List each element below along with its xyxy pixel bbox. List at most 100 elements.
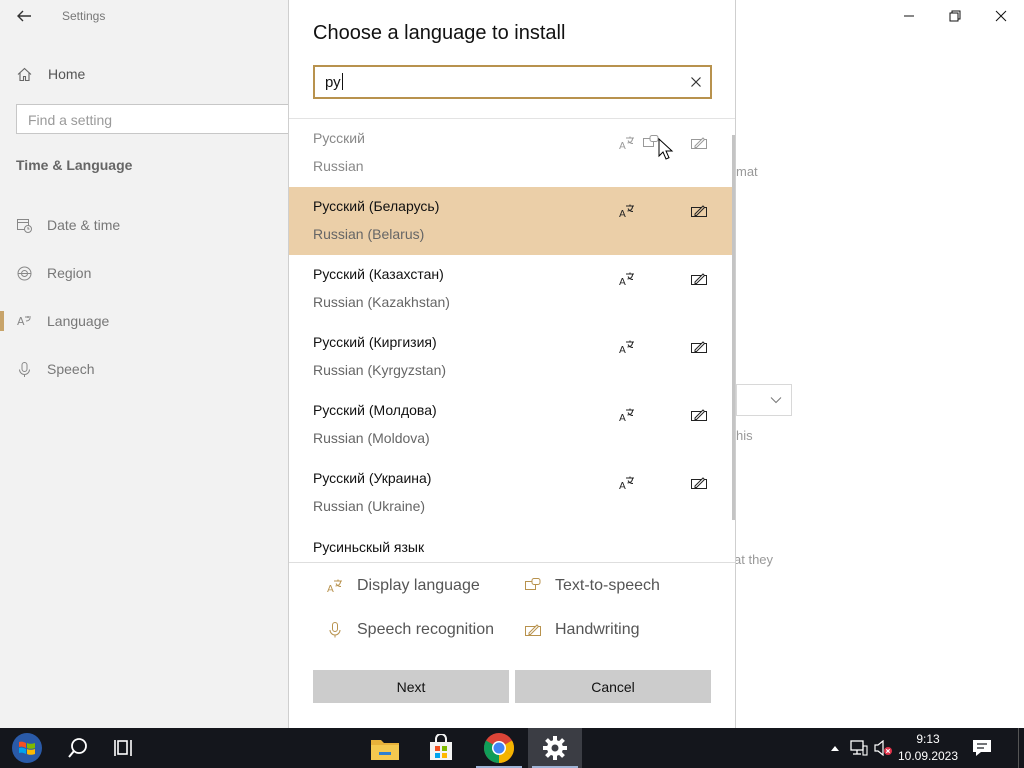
handwriting-icon xyxy=(689,201,709,221)
language-native-name: Русский xyxy=(313,130,365,146)
microphone-icon xyxy=(325,620,345,640)
language-list-item[interactable]: Русский (Украина) Russian (Ukraine) A xyxy=(289,459,735,527)
nav-item-label: Speech xyxy=(47,361,95,377)
nav-home-label: Home xyxy=(48,66,86,82)
globe-icon xyxy=(16,265,33,282)
svg-text:A: A xyxy=(619,277,626,288)
svg-text:A: A xyxy=(17,315,25,328)
language-icon: A xyxy=(16,313,33,330)
task-view-button[interactable] xyxy=(104,728,148,768)
language-list-item[interactable]: Русский (Молдова) Russian (Moldova) A xyxy=(289,391,735,459)
find-setting-input[interactable]: Find a setting xyxy=(16,104,292,134)
chrome-icon xyxy=(483,733,515,763)
handwriting-icon xyxy=(689,133,709,153)
nav-item-label: Region xyxy=(47,265,92,281)
handwriting-icon xyxy=(523,620,543,640)
nav-home[interactable]: Home xyxy=(16,63,85,85)
nav-item-label: Language xyxy=(47,313,110,329)
svg-text:A: A xyxy=(619,413,626,424)
language-list-item[interactable]: Русиньскый язык xyxy=(289,527,735,562)
clear-icon xyxy=(691,77,701,87)
svg-text:A: A xyxy=(619,345,626,356)
language-list-item[interactable]: Русский (Казахстан) Russian (Kazakhstan)… xyxy=(289,255,735,323)
display-language-icon: A xyxy=(617,473,637,493)
text-to-speech-icon xyxy=(523,576,543,596)
nav-item-language[interactable]: A Language xyxy=(16,310,109,332)
background-text-fragment: at they xyxy=(734,552,774,567)
background-text-fragment: mat xyxy=(736,164,758,179)
back-button[interactable] xyxy=(14,6,34,26)
nav-item-date-time[interactable]: Date & time xyxy=(16,214,120,236)
volume-tray-button[interactable] xyxy=(872,728,894,768)
action-center-button[interactable] xyxy=(968,728,996,768)
settings-nav-pane: Settings Home Find a setting Time & Lang… xyxy=(0,0,292,728)
legend-display-language: A Display language xyxy=(325,574,480,598)
divider xyxy=(289,562,735,563)
search-value: ру xyxy=(325,73,343,91)
dialog-title: Choose a language to install xyxy=(313,22,566,44)
legend-label: Speech recognition xyxy=(357,621,494,638)
language-native-name: Русиньскый язык xyxy=(313,539,425,555)
language-english-name: Russian (Belarus) xyxy=(313,226,425,242)
close-button[interactable] xyxy=(978,0,1024,32)
language-list-item[interactable]: Русский (Киргизия) Russian (Kyrgyzstan) … xyxy=(289,323,735,391)
calendar-clock-icon xyxy=(16,217,33,234)
background-text-fragment: his xyxy=(736,428,753,443)
windows-logo-icon xyxy=(12,733,42,763)
language-native-name: Русский (Украина) xyxy=(313,470,432,486)
chrome-button[interactable] xyxy=(472,728,526,768)
search-icon xyxy=(68,738,87,758)
minimize-button[interactable] xyxy=(886,0,932,32)
close-icon xyxy=(995,10,1007,22)
language-english-name: Russian (Ukraine) xyxy=(313,498,426,514)
taskbar: 9:13 10.09.2023 xyxy=(0,728,1024,768)
notification-icon xyxy=(973,740,991,756)
legend-label: Display language xyxy=(357,577,480,594)
start-button[interactable] xyxy=(0,728,54,768)
search-button[interactable] xyxy=(56,728,100,768)
handwriting-icon xyxy=(689,405,709,425)
language-native-name: Русский (Казахстан) xyxy=(313,266,444,282)
file-explorer-button[interactable] xyxy=(362,728,408,768)
display-language-icon: A xyxy=(325,576,345,596)
settings-taskbar-button[interactable] xyxy=(528,728,582,768)
cancel-button[interactable]: Cancel xyxy=(515,670,711,703)
clear-search-button[interactable] xyxy=(688,74,704,90)
list-scrollbar[interactable] xyxy=(732,135,735,520)
handwriting-icon xyxy=(689,473,709,493)
background-dropdown[interactable] xyxy=(736,384,792,416)
store-icon xyxy=(430,734,452,760)
store-button[interactable] xyxy=(418,728,464,768)
display-language-icon: A xyxy=(617,133,637,153)
handwriting-icon xyxy=(689,269,709,289)
restore-button[interactable] xyxy=(932,0,978,32)
taskbar-clock[interactable]: 9:13 10.09.2023 xyxy=(894,731,962,765)
display-language-icon: A xyxy=(617,337,637,357)
active-nav-indicator xyxy=(0,311,4,331)
nav-item-speech[interactable]: Speech xyxy=(16,358,94,380)
legend-handwriting: Handwriting xyxy=(523,618,639,642)
clock-time: 9:13 xyxy=(916,732,940,746)
show-desktop-button[interactable] xyxy=(1018,728,1024,768)
show-hidden-icons-button[interactable] xyxy=(826,728,844,768)
section-title: Time & Language xyxy=(16,157,133,173)
language-native-name: Русский (Беларусь) xyxy=(313,198,440,214)
language-native-name: Русский (Молдова) xyxy=(313,402,437,418)
network-icon xyxy=(850,740,868,756)
language-list: Русский Russian A Русский (Беларусь) Rus… xyxy=(289,119,735,562)
find-setting-placeholder: Find a setting xyxy=(28,112,113,128)
window-title: Settings xyxy=(62,9,106,23)
language-search-input[interactable]: ру xyxy=(313,65,712,99)
nav-item-region[interactable]: Region xyxy=(16,262,91,284)
volume-muted-icon xyxy=(874,740,892,756)
mouse-cursor-icon xyxy=(658,137,674,160)
network-tray-button[interactable] xyxy=(848,728,870,768)
next-button[interactable]: Next xyxy=(313,670,509,703)
language-list-item[interactable]: Русский (Беларусь) Russian (Belarus) A xyxy=(289,187,735,255)
svg-text:A: A xyxy=(327,584,334,595)
language-install-dialog: Choose a language to install ру Русский … xyxy=(288,0,736,728)
svg-text:A: A xyxy=(619,481,626,492)
language-native-name: Русский (Киргизия) xyxy=(313,334,437,350)
restore-icon xyxy=(949,10,961,22)
display-language-icon: A xyxy=(617,405,637,425)
